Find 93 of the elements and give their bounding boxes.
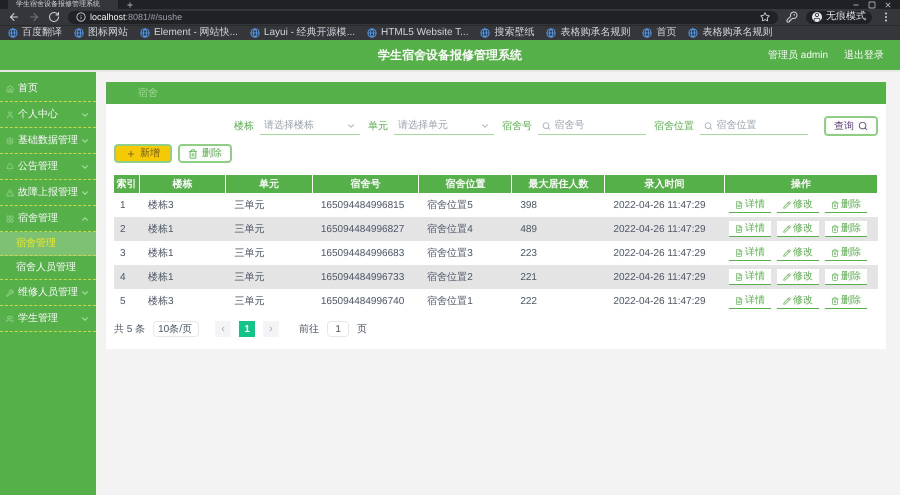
table-cell-text: 223	[520, 246, 537, 260]
bookmark-item[interactable]: 首页	[642, 28, 676, 38]
search-input[interactable]: 宿舍号	[554, 118, 642, 133]
row-action-button[interactable]: 删除	[825, 245, 868, 261]
table-cell-text: 宿舍位置2	[427, 270, 473, 284]
table-cell-text: 三单元	[234, 294, 264, 308]
address-bar[interactable]: localhost:8081/#/sushe	[68, 10, 778, 24]
table-cell-text: 165094484996733	[320, 270, 404, 284]
column-header: 录入时间	[605, 175, 726, 193]
column-header: 宿舍号	[312, 175, 420, 193]
table-cell-text: 宿舍位置1	[427, 294, 473, 308]
column-header: 宿舍位置	[419, 175, 512, 193]
select-field[interactable]: 请选择单元	[394, 117, 494, 135]
table-cell-text: 三单元	[234, 222, 264, 236]
table-cell-text: 4	[120, 270, 126, 284]
table-cell-text: 398	[520, 198, 537, 212]
table-cell-text: 165094484996683	[320, 246, 404, 260]
column-header: 最大居住人数	[512, 175, 606, 193]
delete-button[interactable]: 删除	[178, 144, 232, 163]
bookmark-item[interactable]: 百度翻译	[8, 28, 62, 38]
profile-button[interactable]: 无痕模式	[806, 10, 872, 24]
bookmark-item[interactable]: 图标网站	[74, 28, 128, 38]
add-button[interactable]: 新增	[114, 144, 172, 163]
row-action-button[interactable]: 详情	[729, 197, 772, 213]
table-cell-text: 2022-04-26 11:47:29	[613, 198, 706, 212]
column-header: 楼栋	[140, 175, 226, 193]
table-cell-text: 三单元	[234, 198, 264, 212]
search-field[interactable]: 宿舍号	[538, 117, 646, 135]
search-input[interactable]: 宿舍位置	[716, 118, 804, 133]
row-action-button[interactable]: 删除	[825, 197, 868, 213]
breadcrumb[interactable]: 宿舍	[138, 86, 158, 100]
bookmark-item[interactable]: 搜索壁纸	[480, 28, 534, 38]
table-cell-text: 2022-04-26 11:47:29	[613, 270, 706, 284]
table-cell-text: 5	[120, 294, 126, 308]
query-button[interactable]: 查询	[824, 116, 878, 136]
table-cell-text: 宿舍位置3	[427, 246, 473, 260]
row-action-button[interactable]: 删除	[825, 221, 868, 237]
row-action-button[interactable]: 详情	[729, 245, 772, 261]
row-action-button[interactable]: 修改	[777, 221, 820, 237]
table-cell-text: 1	[120, 198, 126, 212]
search-field[interactable]: 宿舍位置	[700, 117, 808, 135]
row-action-button[interactable]: 详情	[729, 293, 772, 309]
filter-label: 单元	[368, 120, 388, 134]
total-count: 共 5 条	[114, 322, 146, 336]
table-cell-text: 165094484996815	[320, 198, 404, 212]
page-suffix: 页	[357, 322, 368, 336]
sidebar-subitem[interactable]: 宿舍管理	[0, 232, 96, 256]
table-cell-text: 2	[120, 222, 126, 236]
table-cell-text: 楼栋1	[148, 222, 174, 236]
row-action-button[interactable]: 修改	[777, 293, 820, 309]
logout-link[interactable]: 退出登录	[844, 48, 884, 62]
goto-label: 前往	[299, 322, 320, 336]
profile-label: 无痕模式	[826, 12, 866, 22]
table-cell-text: 楼栋1	[148, 270, 174, 284]
table-cell-text: 楼栋3	[148, 294, 174, 308]
table-cell-text: 222	[520, 294, 537, 308]
row-action-button[interactable]: 详情	[729, 269, 772, 285]
table-cell-text: 2022-04-26 11:47:29	[613, 294, 706, 308]
table-cell-text: 楼栋1	[148, 246, 174, 260]
table-cell-text: 221	[520, 270, 537, 284]
table-cell-text: 楼栋3	[148, 198, 174, 212]
filter-label: 宿舍位置	[654, 120, 694, 134]
row-action-button[interactable]: 详情	[729, 221, 772, 237]
bookmark-item[interactable]: HTML5 Website T...	[367, 28, 468, 38]
table-cell-text: 3	[120, 246, 126, 260]
user-label: 管理员 admin	[768, 48, 828, 62]
bookmark-item[interactable]: Layui - 经典开源模...	[250, 28, 356, 38]
row-action-button[interactable]: 删除	[825, 269, 868, 285]
filter-label: 宿舍号	[502, 120, 532, 134]
table-cell-text: 165094484996827	[320, 222, 404, 236]
row-action-button[interactable]: 修改	[777, 197, 820, 213]
table-cell-text: 宿舍位置4	[427, 222, 473, 236]
row-action-button[interactable]: 修改	[777, 269, 820, 285]
filter-label: 楼栋	[234, 120, 254, 134]
table-cell-text: 2022-04-26 11:47:29	[613, 246, 706, 260]
app-title: 学生宿舍设备报修管理系统	[378, 47, 522, 64]
column-header: 单元	[226, 175, 313, 193]
page-button[interactable]: 1	[239, 321, 256, 337]
table-cell-text: 165094484996740	[320, 294, 404, 308]
bookmark-item[interactable]: 表格购承名规则	[688, 28, 772, 38]
table-cell-text: 宿舍位置5	[427, 198, 473, 212]
row-action-button[interactable]: 删除	[825, 293, 868, 309]
column-header: 索引	[114, 175, 140, 193]
row-action-button[interactable]: 修改	[777, 245, 820, 261]
goto-page-field[interactable]: 1	[327, 321, 350, 337]
column-header: 操作	[725, 175, 878, 193]
table-cell-text: 三单元	[234, 270, 264, 284]
bookmark-item[interactable]: Element - 网站快...	[140, 28, 238, 38]
table-cell-text: 三单元	[234, 246, 264, 260]
select-field[interactable]: 请选择楼栋	[260, 117, 360, 135]
bookmark-item[interactable]: 表格购承名规则	[546, 28, 630, 38]
table-cell-text: 2022-04-26 11:47:29	[613, 222, 706, 236]
table-cell-text: 489	[520, 222, 537, 236]
